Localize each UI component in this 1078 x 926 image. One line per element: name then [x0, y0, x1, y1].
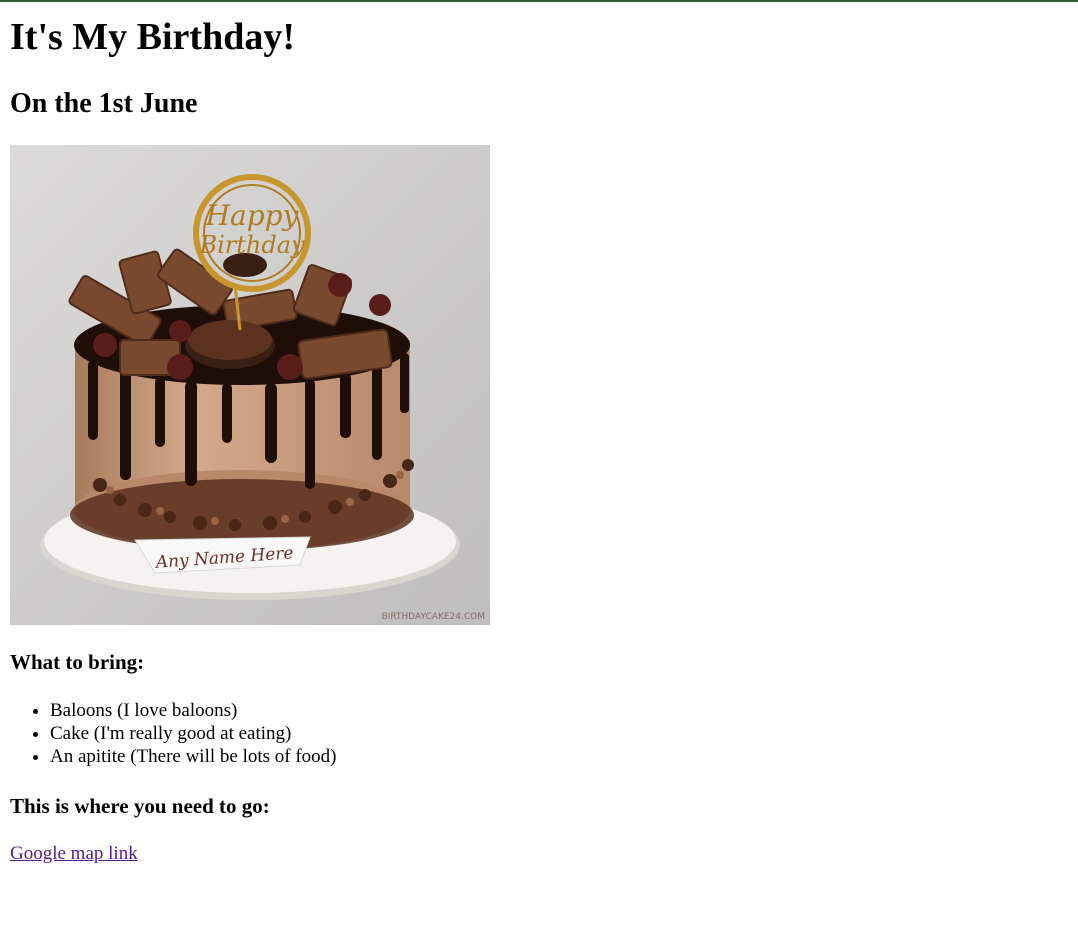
topper-text-2: Birthday [198, 231, 305, 259]
page-title: It's My Birthday! [10, 16, 295, 58]
list-item: Cake (I'm really good at eating) [50, 722, 337, 745]
list-item: An apitite (There will be lots of food) [50, 745, 337, 768]
google-map-link[interactable]: Google map link [10, 842, 138, 865]
where-to-go-heading: This is where you need to go: [10, 794, 270, 818]
date-heading: On the 1st June [10, 88, 198, 119]
what-to-bring-heading: What to bring: [10, 650, 145, 674]
list-item: Baloons (I love baloons) [50, 699, 337, 722]
topper-text-1: Happy [205, 199, 300, 232]
bring-list: Baloons (I love baloons) Cake (I'm reall… [10, 699, 337, 768]
birthday-cake-image: Happy Birthday Any Name Here BIRTHDAYCAK… [10, 145, 490, 625]
watermark-text: BIRTHDAYCAKE24.COM [382, 612, 485, 622]
